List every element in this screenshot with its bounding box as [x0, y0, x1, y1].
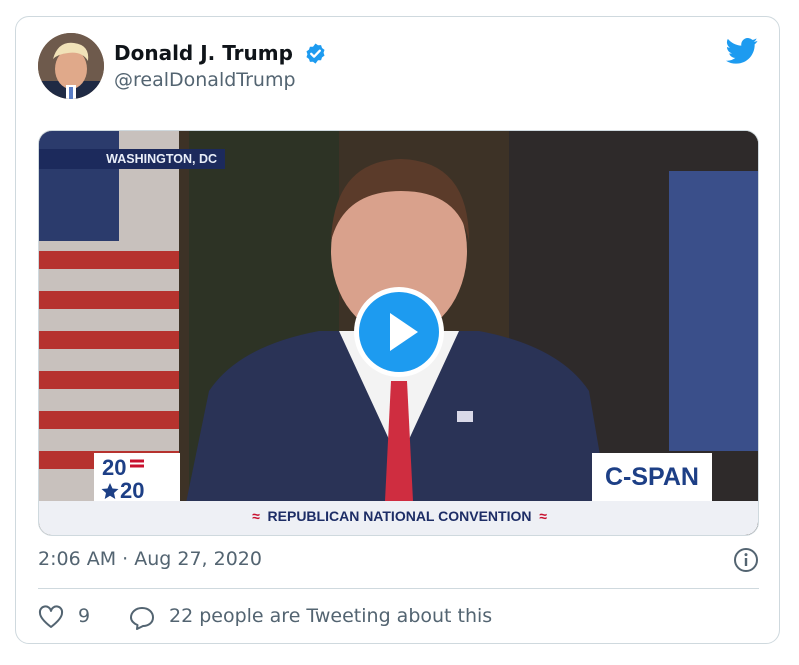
like-count[interactable]: 9 [78, 605, 90, 627]
tweet-card[interactable]: Donald J. Trump @realDonaldTrump WASHING… [15, 16, 780, 644]
logo-2020-bottom: 20 [120, 478, 144, 501]
banner-stripe-left: ≈ [252, 508, 260, 524]
twitter-bird-icon[interactable] [726, 37, 758, 65]
author-name[interactable]: Donald J. Trump [114, 41, 293, 65]
author-handle[interactable]: @realDonaldTrump [114, 69, 296, 91]
tweet-timestamp[interactable]: 2:06 AM · Aug 27, 2020 [38, 548, 262, 570]
rnc-2020-logo: 20 20 [94, 453, 180, 503]
speech-bubble-icon[interactable] [129, 605, 155, 631]
avatar[interactable] [38, 33, 104, 99]
verified-badge-icon [306, 43, 325, 64]
heart-icon[interactable] [38, 605, 64, 631]
logo-2020-top: 20 [102, 455, 126, 480]
info-icon[interactable] [733, 547, 759, 573]
convention-banner: ≈ REPUBLICAN NATIONAL CONVENTION ≈ [39, 501, 758, 535]
banner-stripe-right: ≈ [539, 508, 547, 524]
divider [38, 588, 759, 589]
location-label: WASHINGTON, DC [39, 149, 225, 169]
cspan-logo: C-SPAN [592, 453, 712, 501]
tweeting-about-link[interactable]: 22 people are Tweeting about this [169, 605, 492, 627]
banner-text: REPUBLICAN NATIONAL CONVENTION [267, 508, 532, 524]
video-player[interactable]: WASHINGTON, DC 20 20 C-SPAN ≈ REPUBLICAN… [38, 130, 759, 536]
play-icon[interactable] [352, 285, 446, 379]
